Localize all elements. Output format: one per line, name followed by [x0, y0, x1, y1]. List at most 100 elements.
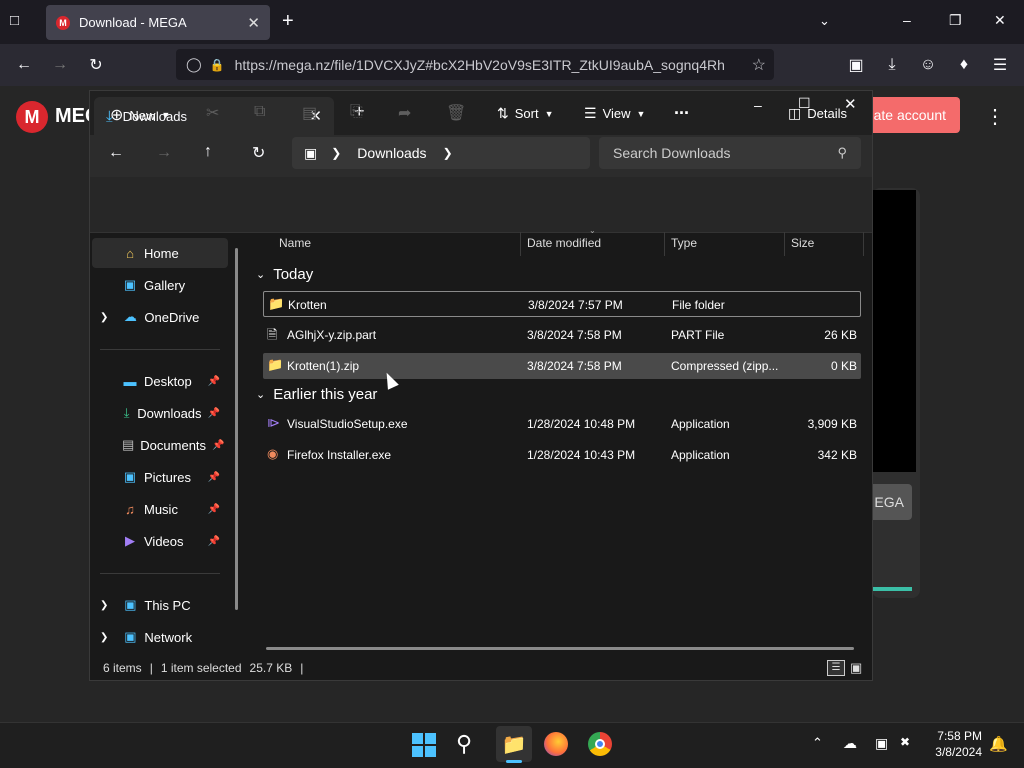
nav-item-this-pc[interactable]: ❯ ▣ This PC: [92, 590, 220, 620]
shield-icon[interactable]: ◯: [186, 56, 202, 73]
pocket-icon[interactable]: ▣: [842, 52, 870, 78]
forward-button[interactable]: →: [156, 144, 172, 162]
rename-icon[interactable]: ⎘: [350, 103, 363, 121]
clock-time[interactable]: 7:58 PM: [934, 729, 982, 743]
file-name: Krotten: [288, 298, 327, 312]
lock-icon[interactable]: 🔒: [210, 58, 225, 72]
file-date: 1/28/2024 10:48 PM: [527, 417, 636, 431]
new-button[interactable]: ⊕ New ▼: [110, 105, 170, 125]
nav-item-gallery[interactable]: ▣ Gallery: [92, 270, 220, 300]
search-icon[interactable]: ⚲: [456, 731, 472, 757]
nav-item-downloads[interactable]: ⤓ Downloads 📌: [92, 398, 220, 428]
reload-button[interactable]: ↻: [82, 52, 110, 78]
nav-item-network[interactable]: ❯ ▣ Network: [92, 622, 220, 652]
forward-button[interactable]: →: [46, 52, 74, 78]
delete-icon[interactable]: 🗑: [446, 103, 466, 123]
volume-muted-icon[interactable]: ✖: [900, 735, 910, 749]
column-divider[interactable]: [664, 232, 665, 256]
details-view-icon[interactable]: ☰: [827, 660, 845, 676]
nav-item-desktop[interactable]: ▬ Desktop 📌: [92, 366, 221, 396]
chevron-right-icon[interactable]: ❯: [331, 146, 341, 160]
file-explorer-taskbar-icon[interactable]: 📁: [496, 726, 532, 762]
up-button[interactable]: ↑: [204, 143, 212, 161]
nav-item-pictures[interactable]: ▣ Pictures 📌: [92, 462, 220, 492]
notification-bell-icon[interactable]: 🔔: [989, 735, 1008, 753]
cut-icon[interactable]: ✂: [206, 103, 219, 123]
firefox-taskbar-icon[interactable]: [544, 732, 568, 756]
details-button[interactable]: ◫ Details: [788, 105, 847, 122]
clock-date[interactable]: 3/8/2024: [932, 745, 982, 759]
breadcrumb[interactable]: Downloads: [357, 145, 426, 161]
chevron-up-icon[interactable]: ⌃: [812, 735, 823, 751]
sort-label: Sort: [514, 106, 539, 121]
horizontal-scrollbar[interactable]: [266, 647, 854, 650]
share-icon[interactable]: ➦: [398, 103, 411, 123]
column-header-date[interactable]: Date modified: [527, 236, 601, 250]
file-row[interactable]: 🗎 AGlhjX-y.zip.part 3/8/2024 7:58 PM PAR…: [263, 322, 861, 348]
more-options-icon[interactable]: ⋮: [985, 104, 1005, 129]
url-bar[interactable]: ◯ 🔒 https://mega.nz/file/1DVCXJyZ#bcX2Hb…: [176, 49, 774, 80]
copy-icon[interactable]: ⧉: [254, 103, 265, 121]
nav-item-onedrive[interactable]: ❯ ☁ OneDrive: [92, 302, 220, 332]
extensions-icon[interactable]: ♦: [950, 52, 978, 78]
file-row-selected[interactable]: 📁 Krotten(1).zip 3/8/2024 7:58 PM Compre…: [263, 353, 861, 379]
create-account-button[interactable]: ate account: [860, 97, 960, 133]
file-row[interactable]: 📁 Krotten 3/8/2024 7:57 PM File folder: [263, 291, 861, 317]
browser-tab[interactable]: M Download - MEGA ✕: [46, 5, 270, 40]
nav-item-music[interactable]: ♫ Music 📌: [92, 494, 220, 524]
music-icon: ♫: [125, 501, 135, 517]
restore-icon[interactable]: ❐: [949, 12, 962, 29]
view-button[interactable]: ☰ View ▼: [584, 105, 645, 122]
chevron-right-icon[interactable]: ❯: [100, 600, 108, 611]
tiles-view-icon[interactable]: ▣: [850, 660, 866, 676]
close-window-icon[interactable]: ✕: [994, 12, 1006, 29]
file-row[interactable]: ◉ Firefox Installer.exe 1/28/2024 10:43 …: [263, 442, 861, 468]
paste-icon[interactable]: ▤: [302, 103, 317, 123]
close-tab-icon[interactable]: ✕: [247, 14, 260, 32]
column-header-type[interactable]: Type: [671, 236, 697, 250]
download-progress-bar: [872, 587, 912, 591]
column-header-name[interactable]: Name: [279, 236, 311, 250]
back-button[interactable]: ←: [10, 52, 38, 78]
column-header-size[interactable]: Size: [791, 236, 814, 250]
search-input[interactable]: Search Downloads ⚲: [599, 137, 861, 169]
nav-item-documents[interactable]: ▤ Documents 📌: [92, 430, 225, 460]
mega-logo[interactable]: M: [16, 101, 48, 133]
more-options-button[interactable]: ...: [674, 98, 689, 119]
file-type: Application: [671, 417, 730, 431]
pin-icon: 📌: [207, 535, 220, 547]
address-bar[interactable]: ▣ ❯ Downloads ❯: [292, 137, 590, 169]
chevron-right-icon[interactable]: ❯: [443, 146, 453, 160]
nav-scrollbar[interactable]: [235, 248, 238, 610]
column-divider[interactable]: [784, 232, 785, 256]
bookmark-star-icon[interactable]: ☆: [752, 55, 766, 75]
account-icon[interactable]: ☺: [914, 52, 942, 78]
column-divider[interactable]: [520, 232, 521, 256]
tab-overflow-chevron-icon[interactable]: ⌄: [819, 13, 830, 29]
downloads-icon[interactable]: ⤓: [878, 52, 906, 78]
menu-icon[interactable]: ☰: [986, 52, 1014, 78]
minimize-icon[interactable]: –: [903, 12, 911, 28]
column-divider[interactable]: [863, 232, 864, 256]
refresh-button[interactable]: ↻: [252, 143, 265, 163]
tab-list-icon[interactable]: □: [10, 12, 19, 29]
chevron-right-icon[interactable]: ❯: [100, 632, 108, 643]
mega-download-button[interactable]: EGA: [872, 484, 912, 520]
group-header-earlier[interactable]: ⌄ Earlier this year: [256, 386, 377, 403]
chevron-right-icon[interactable]: ❯: [100, 312, 108, 323]
url-text[interactable]: https://mega.nz/file/1DVCXJyZ#bcX2HbV2oV…: [235, 57, 725, 73]
sort-button[interactable]: ⇅ Sort ▼: [497, 105, 554, 122]
nav-item-videos[interactable]: ▶ Videos 📌: [92, 526, 220, 556]
back-button[interactable]: ←: [108, 144, 124, 162]
status-size: 25.7 KB: [249, 661, 293, 675]
chrome-taskbar-icon[interactable]: [588, 732, 612, 756]
nav-item-home[interactable]: ⌂ Home: [92, 238, 228, 268]
file-row[interactable]: ⧐ VisualStudioSetup.exe 1/28/2024 10:48 …: [263, 411, 861, 437]
new-tab-button[interactable]: +: [282, 10, 294, 33]
network-off-icon[interactable]: ☁: [843, 735, 857, 752]
group-header-today[interactable]: ⌄ Today: [256, 266, 313, 283]
start-button[interactable]: [412, 733, 436, 757]
firefox-icon: ◉: [267, 446, 279, 461]
minimize-icon[interactable]: –: [754, 97, 762, 113]
display-icon[interactable]: ▣: [875, 735, 888, 752]
